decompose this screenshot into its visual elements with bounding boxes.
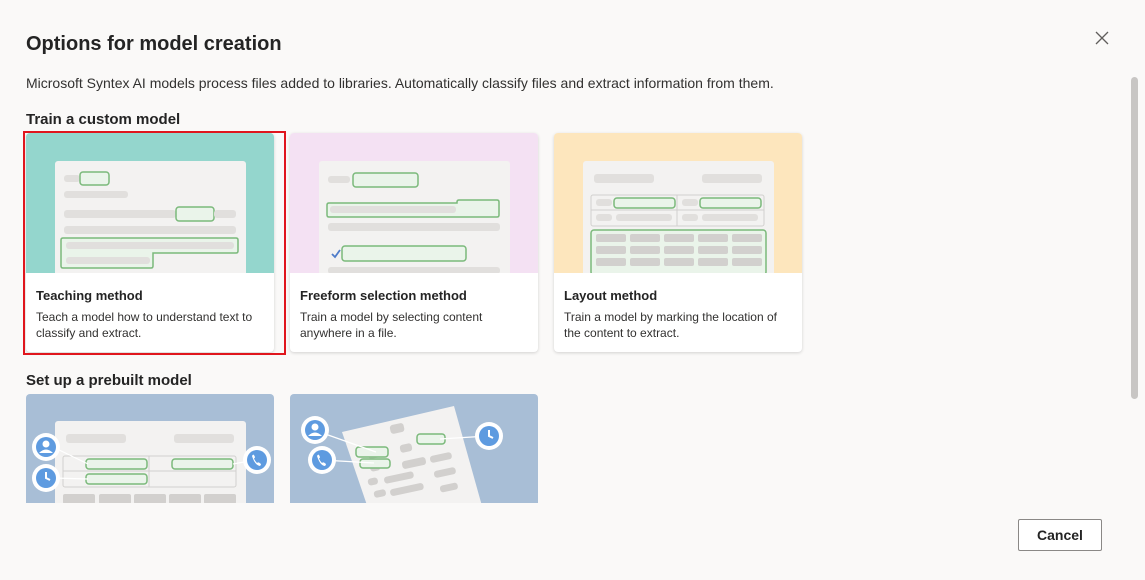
card-description: Train a model by marking the location of… <box>564 310 777 340</box>
cancel-button[interactable]: Cancel <box>1018 519 1102 551</box>
teaching-method-illustration <box>26 133 274 273</box>
layout-method-illustration <box>554 133 802 273</box>
prebuilt-invoice-illustration <box>26 394 274 504</box>
card-title: Layout method <box>564 288 658 303</box>
card-description: Train a model by selecting content anywh… <box>300 310 483 340</box>
prebuilt-model-heading: Set up a prebuilt model <box>26 372 192 389</box>
scrollbar-thumb[interactable] <box>1131 77 1138 399</box>
prebuilt-model-card-1[interactable] <box>26 394 274 504</box>
freeform-selection-method-card[interactable]: Freeform selection method Train a model … <box>290 133 538 352</box>
teaching-method-card[interactable]: Teaching method Teach a model how to und… <box>26 133 274 352</box>
prebuilt-receipt-illustration <box>290 394 538 504</box>
custom-model-heading: Train a custom model <box>26 111 181 128</box>
layout-method-card[interactable]: Layout method Train a model by marking t… <box>554 133 802 352</box>
dialog-footer <box>0 503 1130 580</box>
close-icon <box>1095 31 1109 45</box>
card-title: Teaching method <box>36 288 143 303</box>
freeform-selection-illustration <box>290 133 538 273</box>
card-title: Freeform selection method <box>300 288 467 303</box>
model-creation-dialog: Options for model creation Microsoft Syn… <box>0 0 1145 580</box>
prebuilt-model-card-2[interactable] <box>290 394 538 504</box>
card-description: Teach a model how to understand text to … <box>36 310 253 340</box>
dialog-description: Microsoft Syntex AI models process files… <box>26 75 774 91</box>
close-button[interactable] <box>1090 26 1114 50</box>
dialog-title: Options for model creation <box>26 33 282 55</box>
